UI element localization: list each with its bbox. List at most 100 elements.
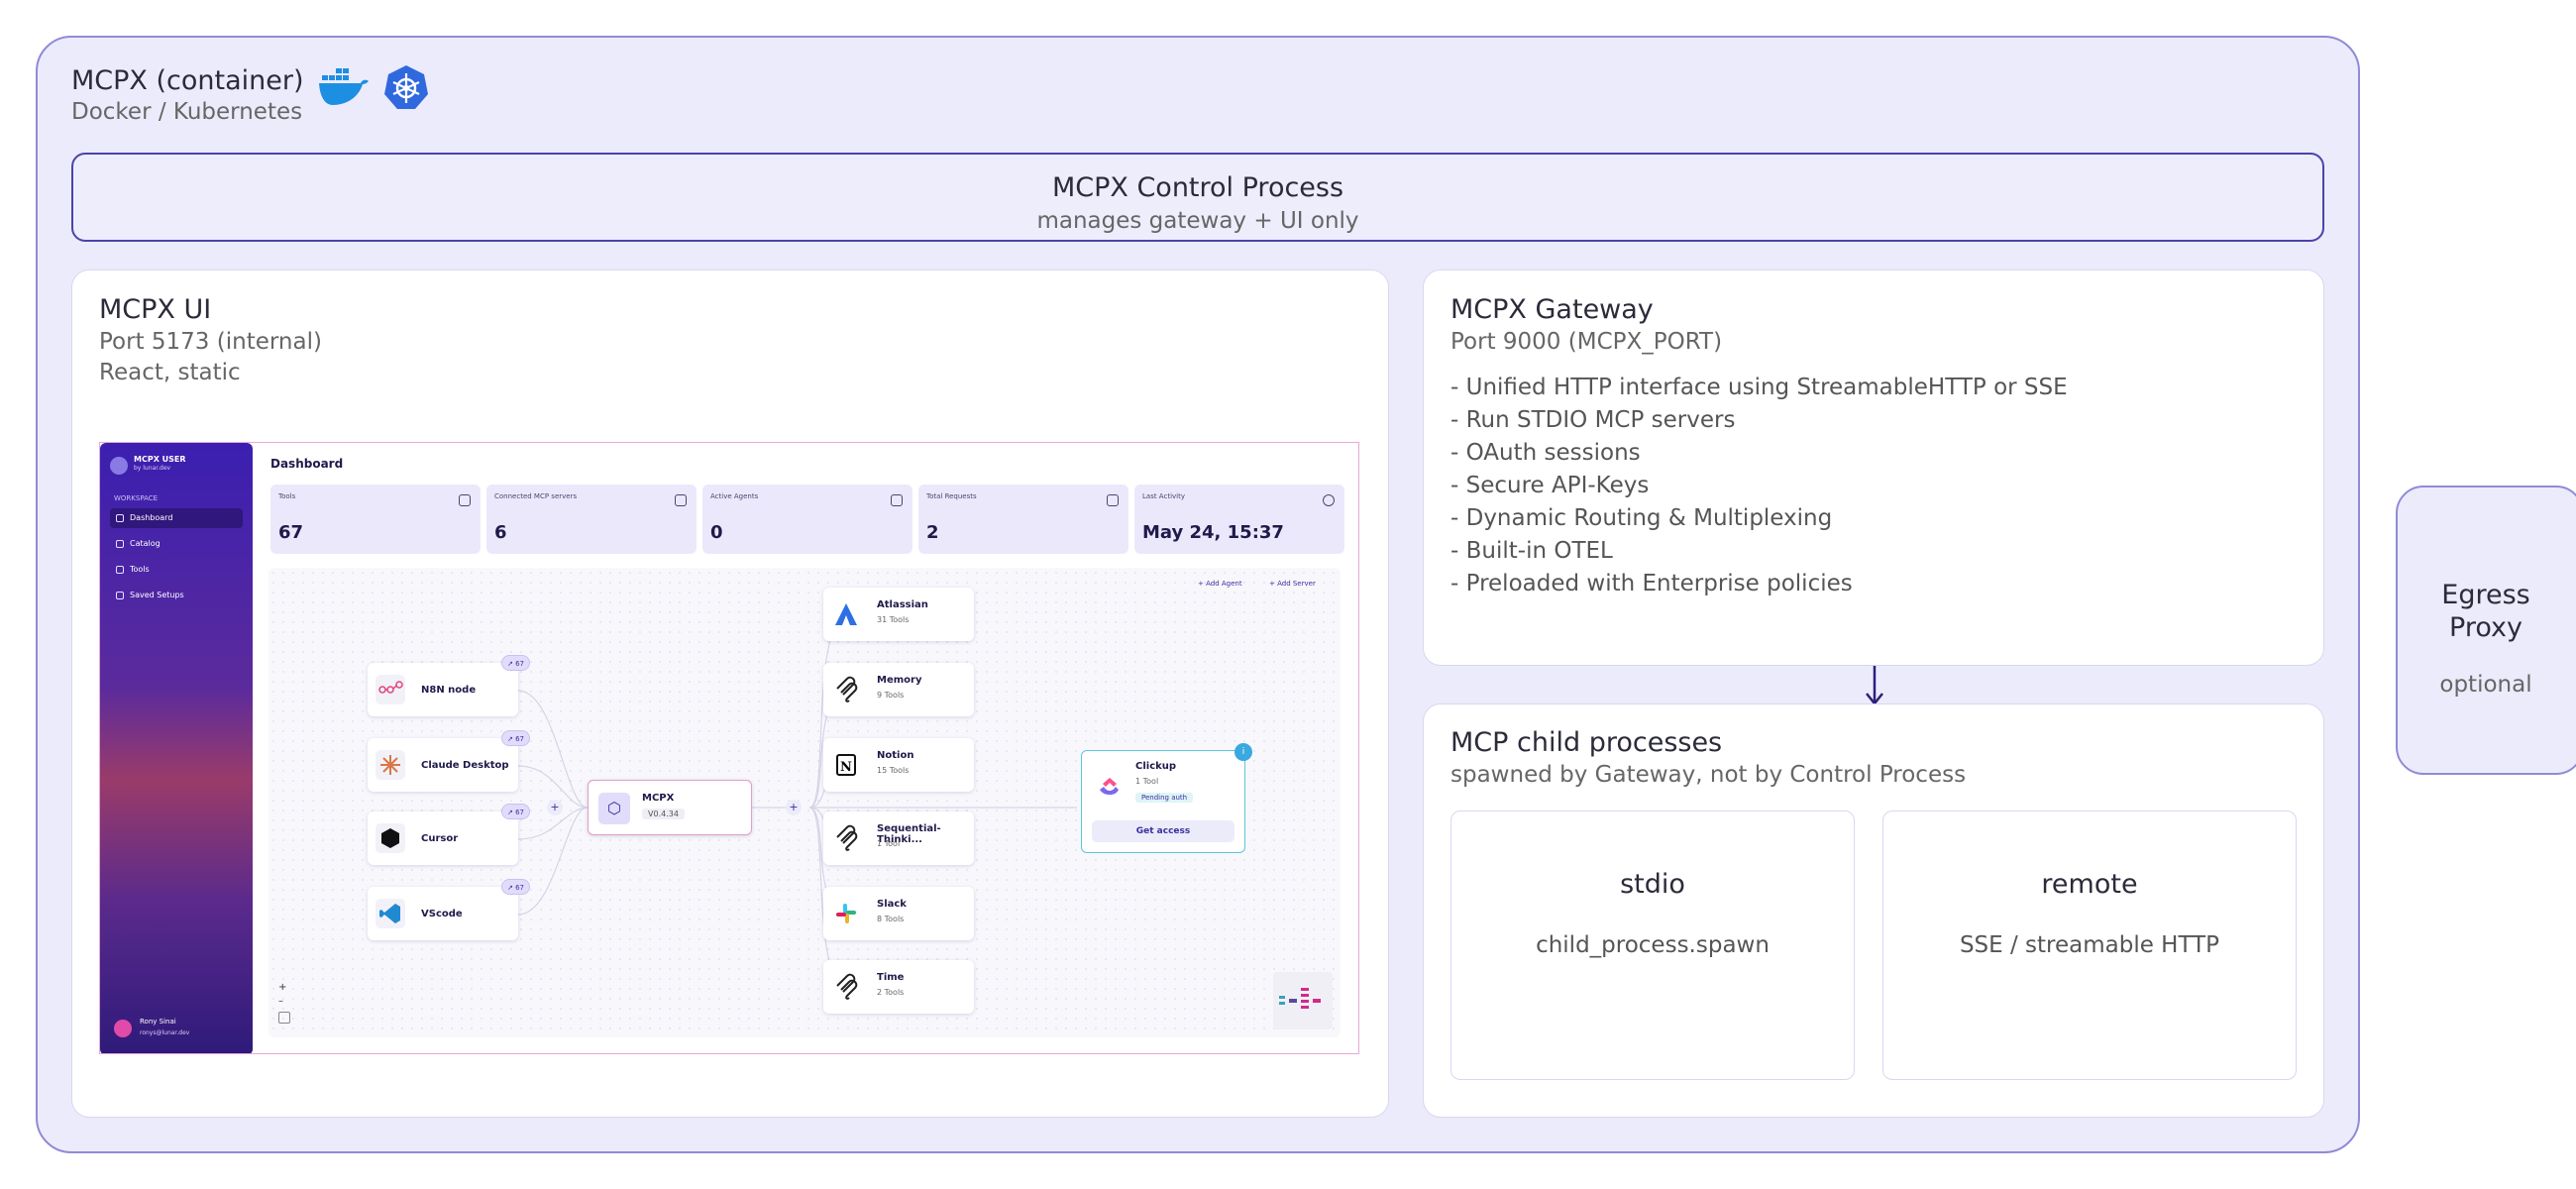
- server-tools: 2 Tools: [877, 988, 905, 997]
- ui-panel-title: MCPX UI: [99, 294, 212, 325]
- tool-count-badge: ↗ 67: [501, 804, 530, 819]
- child-processes-title: MCP child processes: [1450, 727, 1723, 758]
- zoom-in-button[interactable]: +: [278, 982, 286, 993]
- remote-title: remote: [2041, 869, 2138, 900]
- dashboard-sidebar: MCPX USER by lunar.dev WORKSPACE Dashboa…: [100, 443, 253, 1053]
- brand-name: MCPX USER: [134, 455, 186, 464]
- stat-value: 0: [710, 522, 723, 543]
- agent-node-cursor[interactable]: Cursor ↗ 67: [368, 804, 530, 865]
- n8n-icon: [376, 675, 405, 704]
- fit-view-icon[interactable]: [278, 1012, 290, 1024]
- agent-node-vscode[interactable]: VScode ↗ 67: [368, 879, 530, 940]
- server-tools: 31 Tools: [877, 615, 910, 624]
- control-process-subtitle: manages gateway + UI only: [1036, 208, 1359, 234]
- gateway-feature: - Secure API-Keys: [1450, 473, 1650, 498]
- sidebar-item-catalog[interactable]: Catalog: [110, 534, 243, 554]
- claude-icon: [376, 750, 405, 780]
- server-tools: 1 Tool: [1135, 777, 1159, 786]
- server-name: Memory: [877, 675, 922, 686]
- dashboard-icon: [116, 514, 124, 522]
- gateway-to-child-arrow: [1866, 666, 1883, 706]
- sidebar-item-saved-setups[interactable]: Saved Setups: [110, 586, 243, 605]
- get-access-button[interactable]: Get access: [1092, 820, 1234, 842]
- info-icon[interactable]: i: [1234, 743, 1252, 761]
- stdio-box: stdio child_process.spawn: [1450, 811, 1855, 1080]
- add-agent-button[interactable]: + Add Agent: [1198, 576, 1242, 592]
- hub-version: V0.4.34: [642, 809, 685, 819]
- add-connection-icon[interactable]: +: [547, 800, 563, 815]
- slack-icon: [831, 899, 861, 928]
- server-name: Slack: [877, 899, 907, 910]
- agent-name: Claude Desktop: [421, 760, 509, 771]
- status-badge: Pending auth: [1135, 793, 1194, 803]
- egress-proxy-box: Egress Proxy optional: [2396, 486, 2576, 775]
- bot-icon: [891, 494, 903, 506]
- server-node-memory[interactable]: Memory 9 Tools: [823, 663, 974, 716]
- gateway-port: Port 9000 (MCPX_PORT): [1450, 329, 1723, 355]
- zoom-out-button[interactable]: –: [278, 996, 283, 1007]
- pending-server-node-clickup[interactable]: Clickup 1 Tool Pending auth Get access i: [1081, 743, 1252, 853]
- stat-value: 67: [278, 522, 304, 543]
- sidebar-item-dashboard[interactable]: Dashboard: [110, 508, 243, 528]
- egress-note: optional: [2439, 672, 2532, 698]
- stdio-title: stdio: [1620, 869, 1685, 900]
- remote-box: remote SSE / streamable HTTP: [1882, 811, 2297, 1080]
- flow-canvas[interactable]: + Add Agent + Add Server N8N node ↗ 67 C…: [268, 568, 1341, 1037]
- add-connection-icon[interactable]: +: [786, 800, 802, 815]
- server-tools: 15 Tools: [877, 766, 910, 775]
- stat-label: Tools: [278, 492, 296, 500]
- ui-panel-port: Port 5173 (internal): [99, 329, 322, 355]
- gateway-feature: - Unified HTTP interface using Streamabl…: [1450, 375, 2068, 400]
- stat-label: Connected MCP servers: [494, 492, 578, 500]
- stat-value: May 24, 15:37: [1142, 522, 1284, 543]
- notion-icon: N: [831, 750, 861, 780]
- server-node-atlassian[interactable]: Atlassian 31 Tools: [823, 588, 974, 641]
- server-tools: 9 Tools: [877, 691, 905, 700]
- agent-name: N8N node: [421, 685, 477, 696]
- mcpx-hub-node[interactable]: ⬡ MCPX V0.4.34: [588, 780, 752, 835]
- server-node-slack[interactable]: Slack 8 Tools: [823, 887, 974, 940]
- server-node-time[interactable]: Time 2 Tools: [823, 960, 974, 1014]
- server-node-sequential-thinking[interactable]: Sequential-Thinki... 1 Tool: [823, 811, 974, 865]
- sidebar-item-label: Tools: [130, 565, 150, 574]
- gateway-feature: - Run STDIO MCP servers: [1450, 407, 1736, 433]
- control-process-box: MCPX Control Process manages gateway + U…: [71, 153, 2324, 242]
- catalog-icon: [116, 540, 124, 548]
- workspace-label: WORKSPACE: [114, 494, 159, 502]
- agent-node-n8n[interactable]: N8N node ↗ 67: [368, 655, 530, 716]
- server-node-notion[interactable]: N Notion 15 Tools: [823, 738, 974, 792]
- server-name: Time: [877, 972, 905, 983]
- svg-text:N: N: [840, 760, 852, 775]
- server-icon: [675, 494, 687, 506]
- vscode-icon: [376, 899, 405, 928]
- docker-icon: [319, 68, 369, 105]
- sidebar-item-label: Dashboard: [130, 513, 173, 522]
- hub-name: MCPX: [642, 793, 675, 804]
- agent-node-claude[interactable]: Claude Desktop ↗ 67: [368, 730, 530, 792]
- gateway-feature: - Dynamic Routing & Multiplexing: [1450, 505, 1833, 531]
- stat-value: 6: [494, 522, 507, 543]
- stat-card-servers: Connected MCP servers 6: [486, 485, 697, 554]
- dashboard-title: Dashboard: [270, 457, 344, 471]
- stat-card-requests: Total Requests 2: [918, 485, 1128, 554]
- cursor-icon: [376, 823, 405, 853]
- user-name: Rony Sinai: [140, 1018, 176, 1026]
- sidebar-item-tools[interactable]: Tools: [110, 560, 243, 580]
- stat-label: Total Requests: [926, 492, 977, 500]
- user-email: ronys@lunar.dev: [140, 1029, 190, 1036]
- container-title: MCPX (container): [71, 65, 304, 96]
- server-name: Clickup: [1135, 761, 1177, 772]
- gateway-feature: - Built-in OTEL: [1450, 538, 1613, 564]
- tool-count-badge: ↗ 67: [501, 655, 530, 671]
- mcp-icon: [831, 972, 861, 1002]
- mcp-icon: [831, 823, 861, 853]
- clock-icon: [1323, 494, 1335, 506]
- gateway-feature: - OAuth sessions: [1450, 440, 1641, 466]
- container-subtitle: Docker / Kubernetes: [71, 99, 303, 125]
- minimap[interactable]: [1273, 972, 1333, 1029]
- agent-name: VScode: [421, 909, 463, 919]
- avatar[interactable]: [114, 1020, 132, 1037]
- child-processes-subtitle: spawned by Gateway, not by Control Proce…: [1450, 762, 1967, 788]
- tool-count-badge: ↗ 67: [501, 730, 530, 746]
- add-server-button[interactable]: + Add Server: [1269, 576, 1316, 592]
